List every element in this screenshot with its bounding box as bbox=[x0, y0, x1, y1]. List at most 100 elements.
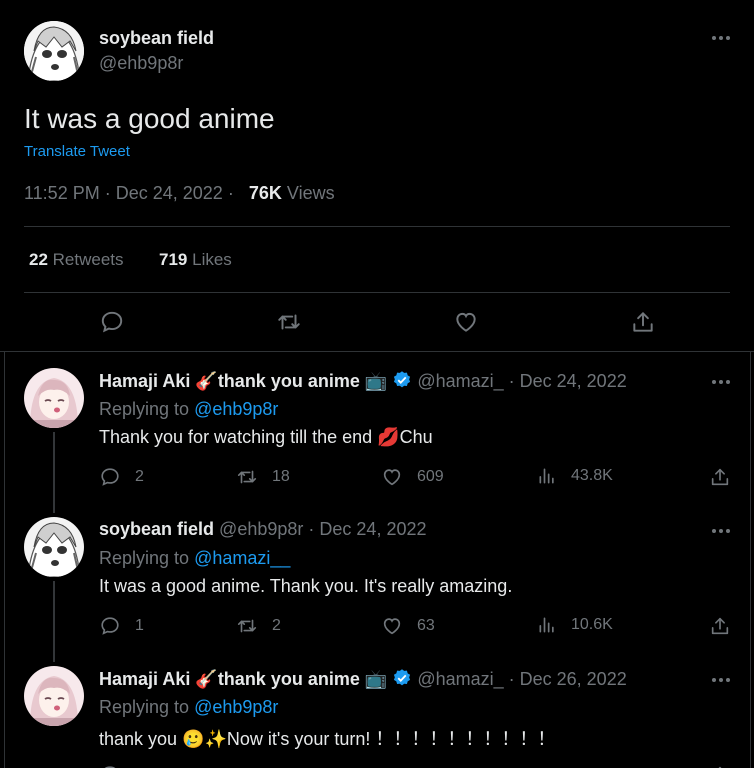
reply-date[interactable]: Dec 24, 2022 bbox=[319, 519, 426, 539]
reply-author-handle[interactable]: @hamazi_ bbox=[417, 669, 503, 689]
meta-separator: · bbox=[308, 519, 320, 539]
tweet-time[interactable]: 11:52 PM bbox=[24, 183, 100, 203]
likes-count: 719 bbox=[159, 250, 188, 269]
like-count: 63 bbox=[417, 617, 435, 634]
retweet-count: 18 bbox=[272, 468, 290, 485]
reply-tweet[interactable]: Hamaji Aki 🎸thank you anime 📺 @hamazi_ ·… bbox=[0, 352, 754, 513]
reply-icon bbox=[101, 617, 119, 635]
lips-icon: 💋 bbox=[377, 427, 400, 447]
like-button[interactable]: 609 bbox=[381, 466, 444, 488]
retweets-stat[interactable]: 22 Retweets bbox=[29, 250, 124, 269]
views-count: 10.6K bbox=[571, 616, 613, 633]
more-options-icon[interactable] bbox=[708, 521, 734, 541]
replying-to: Replying to @ehb9p8r bbox=[99, 697, 279, 717]
divider bbox=[24, 226, 730, 227]
share-button[interactable] bbox=[709, 615, 745, 637]
likes-label: Likes bbox=[192, 250, 232, 269]
likes-stat[interactable]: 719 Likes bbox=[159, 250, 232, 269]
author-name[interactable]: soybean field bbox=[99, 28, 214, 49]
reply-avatar[interactable] bbox=[24, 368, 84, 428]
reply-icon[interactable] bbox=[99, 309, 125, 335]
reply-tweet[interactable]: Hamaji Aki 🎸thank you anime 📺 @hamazi_ ·… bbox=[0, 650, 754, 768]
share-icon bbox=[711, 468, 729, 486]
replying-to-handle[interactable]: @hamazi__ bbox=[194, 548, 290, 568]
share-button[interactable] bbox=[709, 466, 745, 488]
like-button[interactable]: 63 bbox=[381, 615, 435, 637]
views-icon bbox=[539, 468, 554, 484]
reply-button[interactable]: 2 bbox=[99, 466, 144, 488]
share-icon bbox=[718, 766, 722, 768]
retweet-button[interactable] bbox=[236, 764, 272, 768]
reply-actions bbox=[99, 764, 739, 768]
reply-author-name[interactable]: Hamaji Aki 🎸thank you anime 📺 bbox=[99, 669, 387, 689]
verified-badge-icon bbox=[394, 371, 411, 388]
reply-count: 1 bbox=[135, 617, 144, 634]
reply-button[interactable] bbox=[99, 764, 135, 768]
retweet-button[interactable]: 18 bbox=[236, 466, 290, 488]
meta-separator: · bbox=[104, 183, 116, 203]
more-options-icon[interactable] bbox=[708, 670, 734, 690]
share-button[interactable] bbox=[709, 764, 745, 768]
sparkles-icon: ✨ bbox=[204, 729, 227, 749]
tweet-text: It was a good anime bbox=[24, 103, 275, 134]
reply-author-name[interactable]: Hamaji Aki 🎸thank you anime 📺 bbox=[99, 371, 387, 391]
divider bbox=[24, 292, 730, 293]
meta-separator: · bbox=[227, 183, 244, 203]
like-icon[interactable] bbox=[453, 309, 479, 335]
guitar-icon: 🎸 bbox=[195, 371, 218, 391]
reply-header: Hamaji Aki 🎸thank you anime 📺 @hamazi_ ·… bbox=[99, 668, 627, 690]
tv-icon: 📺 bbox=[364, 371, 388, 391]
reply-actions: 2 18 609 43.8K bbox=[99, 466, 739, 490]
like-count: 609 bbox=[417, 468, 444, 485]
like-icon bbox=[383, 618, 401, 635]
share-icon[interactable] bbox=[630, 309, 656, 335]
tv-icon: 📺 bbox=[364, 669, 388, 689]
reply-date[interactable]: Dec 24, 2022 bbox=[520, 371, 627, 391]
retweet-icon[interactable] bbox=[276, 309, 302, 335]
reply-avatar[interactable] bbox=[24, 666, 84, 726]
reply-count: 2 bbox=[135, 468, 144, 485]
reply-text: thank you 🥲✨Now it's your turn! ！！！！！！！！… bbox=[99, 729, 556, 749]
retweets-label: Retweets bbox=[52, 250, 124, 269]
replying-to-handle[interactable]: @ehb9p8r bbox=[194, 697, 278, 717]
views-button[interactable]: 43.8K bbox=[537, 466, 613, 486]
tweet-date[interactable]: Dec 24, 2022 bbox=[116, 183, 223, 203]
smiling-face-with-tear-icon: 🥲 bbox=[182, 729, 205, 749]
views-button[interactable]: 10.6K bbox=[537, 615, 613, 635]
reply-author-handle[interactable]: @hamazi_ bbox=[417, 371, 503, 391]
retweet-count: 2 bbox=[272, 617, 281, 634]
reply-header: soybean field @ehb9p8r · Dec 24, 2022 bbox=[99, 519, 426, 540]
meta-separator: · bbox=[508, 669, 520, 689]
views-icon bbox=[539, 617, 554, 633]
author-avatar[interactable] bbox=[24, 21, 84, 81]
replying-to: Replying to @hamazi__ bbox=[99, 548, 291, 568]
replying-to: Replying to @ehb9p8r bbox=[99, 399, 279, 419]
reply-button[interactable]: 1 bbox=[99, 615, 144, 637]
tweet-meta: 11:52 PM · Dec 24, 2022 · 76K Views bbox=[24, 183, 335, 204]
reply-avatar[interactable] bbox=[24, 517, 84, 577]
reply-header: Hamaji Aki 🎸thank you anime 📺 @hamazi_ ·… bbox=[99, 370, 627, 392]
retweet-icon bbox=[236, 764, 258, 768]
replying-to-handle[interactable]: @ehb9p8r bbox=[194, 399, 278, 419]
translate-tweet-link[interactable]: Translate Tweet bbox=[24, 143, 130, 160]
views-label: Views bbox=[286, 183, 335, 203]
reply-actions: 1 2 63 10.6K bbox=[99, 615, 739, 639]
reply-date[interactable]: Dec 26, 2022 bbox=[520, 669, 627, 689]
retweet-button[interactable]: 2 bbox=[236, 615, 281, 637]
reply-text: Thank you for watching till the end 💋Chu bbox=[99, 427, 433, 447]
meta-separator: · bbox=[508, 371, 520, 391]
author-handle[interactable]: @ehb9p8r bbox=[99, 53, 183, 74]
share-icon bbox=[711, 617, 729, 635]
more-options-icon[interactable] bbox=[708, 372, 734, 392]
retweets-count: 22 bbox=[29, 250, 48, 269]
retweet-icon bbox=[237, 619, 257, 633]
views-count: 76K bbox=[248, 183, 282, 203]
reply-author-handle[interactable]: @ehb9p8r bbox=[219, 519, 303, 539]
reply-icon bbox=[101, 468, 119, 486]
reply-author-name[interactable]: soybean field bbox=[99, 519, 214, 539]
reply-tweet[interactable]: soybean field @ehb9p8r · Dec 24, 2022 Re… bbox=[0, 501, 754, 662]
main-tweet: soybean field @ehb9p8r It was a good ani… bbox=[0, 0, 754, 352]
more-options-icon[interactable] bbox=[708, 28, 734, 48]
reply-text: It was a good anime. Thank you. It's rea… bbox=[99, 576, 513, 596]
reply-icon bbox=[104, 766, 116, 768]
